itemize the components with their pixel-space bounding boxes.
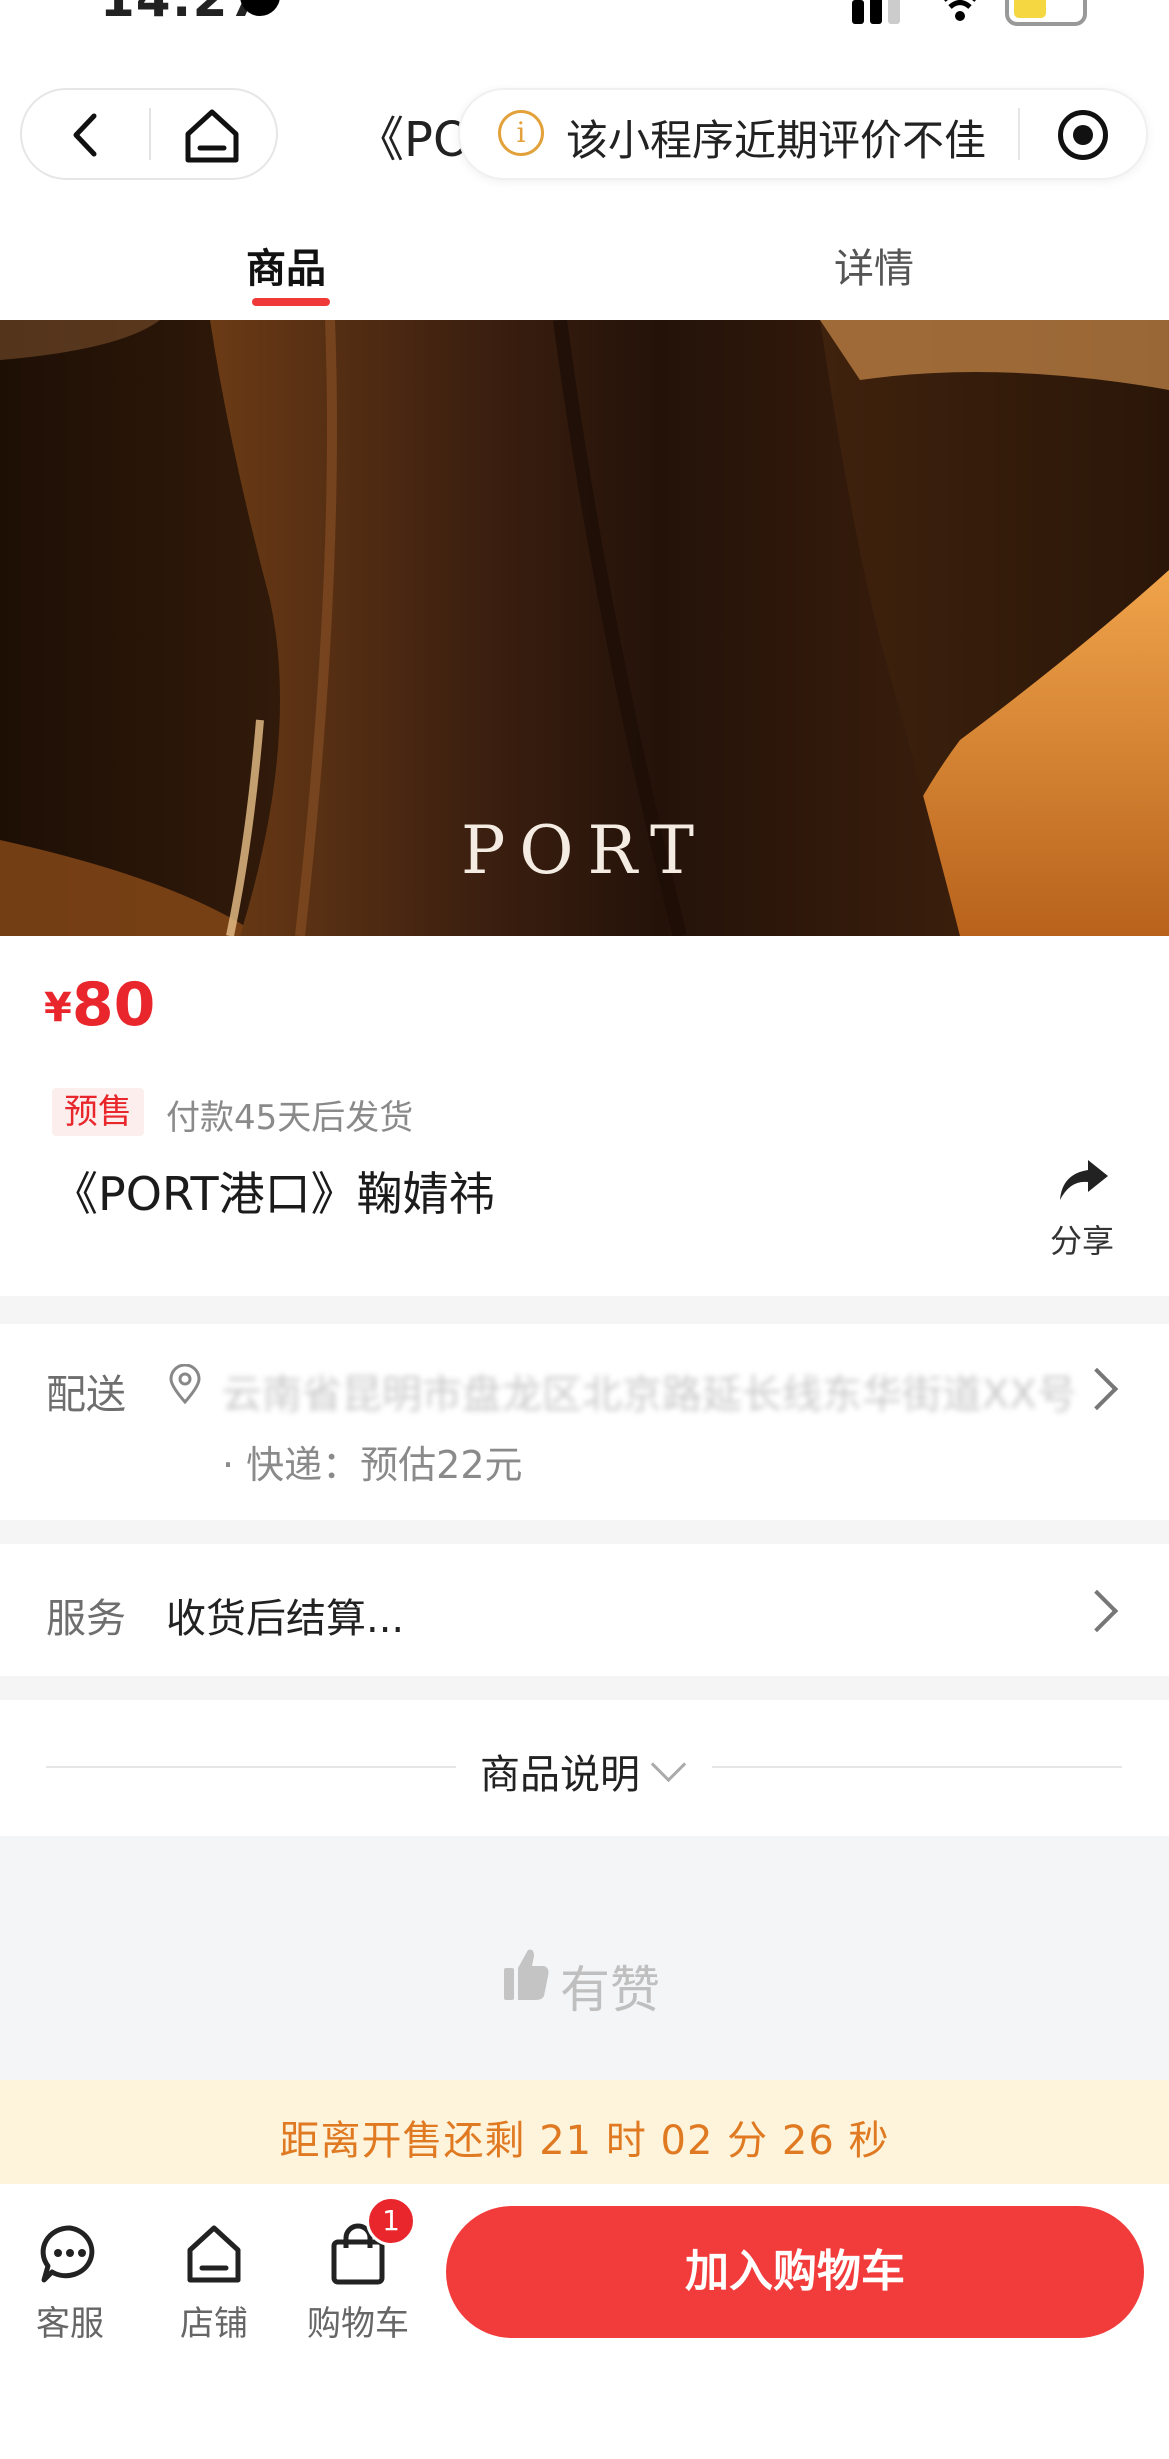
section-divider <box>0 1676 1169 1700</box>
delivery-row[interactable] <box>0 1324 1169 1520</box>
price: ¥80 <box>44 970 155 1040</box>
cart-label[interactable]: 购物车 <box>298 2296 418 2345</box>
countdown-text: 距离开售还剩 21 时 02 分 26 秒 <box>279 2118 890 2164</box>
signal-bar <box>888 0 900 24</box>
youzan-brand-text: 有赞 <box>560 1961 660 2019</box>
share-label[interactable]: 分享 <box>1050 1216 1114 1262</box>
delivery-label: 配送 <box>46 1372 126 1418</box>
service-text: 收货后结算... <box>166 1596 405 1642</box>
battery-icon <box>1005 0 1087 26</box>
presale-badge: 预售 <box>52 1088 144 1136</box>
shop-label[interactable]: 店铺 <box>154 2296 274 2345</box>
cart-count-badge: 1 <box>366 2196 416 2246</box>
service-label: 服务 <box>46 1596 126 1642</box>
customer-service-label[interactable]: 客服 <box>10 2296 130 2345</box>
chevron-down-icon[interactable] <box>650 1746 687 1783</box>
express-fee: · 快递：预估22元 <box>222 1443 523 1487</box>
customer-service-icon[interactable] <box>38 2222 102 2286</box>
location-icon <box>169 1364 201 1404</box>
close-miniprogram-icon[interactable] <box>1058 110 1108 160</box>
page-title: 《PO <box>356 112 471 168</box>
signal-icon <box>852 0 864 24</box>
section-divider <box>0 1296 1169 1324</box>
shop-icon[interactable] <box>182 2222 246 2286</box>
nav-divider <box>149 108 151 160</box>
product-title: 《PORT港口》鞠婧祎 <box>52 1167 495 1221</box>
price-value: 80 <box>71 970 156 1040</box>
currency-symbol: ¥ <box>44 985 72 1031</box>
signal-bar <box>870 0 882 24</box>
share-icon[interactable] <box>1058 1158 1110 1202</box>
tab-active-indicator <box>252 298 330 306</box>
tab-goods[interactable]: 商品 <box>246 236 326 294</box>
presale-note: 付款45天后发货 <box>166 1098 414 1138</box>
info-icon: i <box>498 110 544 156</box>
description-title[interactable]: 商品说明 <box>480 1742 640 1800</box>
rating-notice-text: 该小程序近期评价不佳 <box>566 116 987 165</box>
product-image[interactable]: PORT <box>0 320 1169 936</box>
notice-divider <box>1018 108 1020 160</box>
delivery-address: 云南省昆明市盘龙区北京路延长线东华街道XX号 <box>222 1372 1077 1418</box>
divider-line <box>712 1766 1122 1768</box>
wifi-icon <box>944 0 976 21</box>
tab-details[interactable]: 详情 <box>834 236 914 294</box>
section-divider <box>0 1520 1169 1544</box>
hero-brand-text: PORT <box>460 812 709 889</box>
thumbs-up-icon <box>504 1949 549 2000</box>
divider-line <box>46 1766 456 1768</box>
add-to-cart-button[interactable]: 加入购物车 <box>446 2206 1144 2338</box>
home-icon[interactable] <box>180 106 244 166</box>
status-time: 14:27 <box>100 0 264 28</box>
back-icon[interactable] <box>66 110 106 160</box>
